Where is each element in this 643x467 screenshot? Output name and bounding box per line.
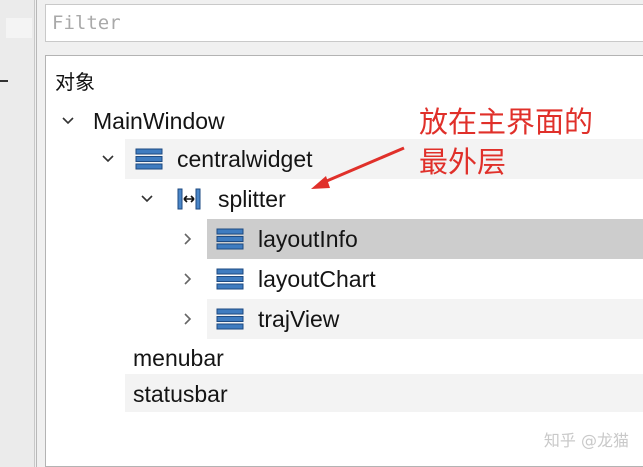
chevron-right-icon[interactable] — [181, 312, 195, 326]
horizontal-splitter-icon — [177, 188, 201, 210]
tree-row-layoutchart[interactable]: layoutChart — [46, 259, 643, 299]
tree-item-label: statusbar — [133, 380, 228, 407]
layout-widget-icon — [135, 148, 163, 170]
tree-row-trajview[interactable]: trajView — [46, 299, 643, 339]
tree-row-splitter[interactable]: splitter — [46, 179, 643, 219]
filter-input[interactable] — [46, 5, 643, 41]
chevron-right-icon[interactable] — [181, 272, 195, 286]
tree-item-label: splitter — [218, 185, 286, 212]
annotation-line-2: 最外层 — [419, 145, 507, 179]
layout-widget-icon — [216, 228, 244, 250]
annotation-line-1: 放在主界面的 — [419, 105, 594, 139]
tree-item-label: menubar — [133, 344, 224, 371]
tree-item-label: trajView — [258, 305, 340, 332]
watermark-text: 知乎 @龙猫 — [543, 431, 629, 450]
tree-item-label: layoutInfo — [258, 225, 358, 252]
tree-item-label: MainWindow — [93, 107, 225, 134]
chevron-down-icon[interactable] — [140, 192, 154, 206]
object-inspector-panel: 对象 MainWindow centralwidget — [36, 0, 643, 467]
adjacent-pane-mark — [0, 80, 8, 82]
tree-row-layoutinfo[interactable]: layoutInfo — [46, 219, 643, 259]
tree-row-menubar[interactable]: menubar — [46, 338, 643, 378]
adjacent-pane-edge — [0, 0, 35, 467]
tree-row-statusbar[interactable]: statusbar — [46, 374, 643, 414]
adjacent-pane-stripe — [6, 18, 32, 38]
chevron-right-icon[interactable] — [181, 232, 195, 246]
filter-box[interactable] — [45, 4, 643, 42]
chevron-down-icon[interactable] — [61, 114, 75, 128]
layout-widget-icon — [216, 308, 244, 330]
tree-item-label: centralwidget — [177, 145, 313, 172]
tree-header-object: 对象 — [55, 72, 95, 94]
chevron-down-icon[interactable] — [101, 152, 115, 166]
tree-item-label: layoutChart — [258, 265, 376, 292]
annotation-note: 放在主界面的 最外层 — [419, 102, 619, 182]
layout-widget-icon — [216, 268, 244, 290]
